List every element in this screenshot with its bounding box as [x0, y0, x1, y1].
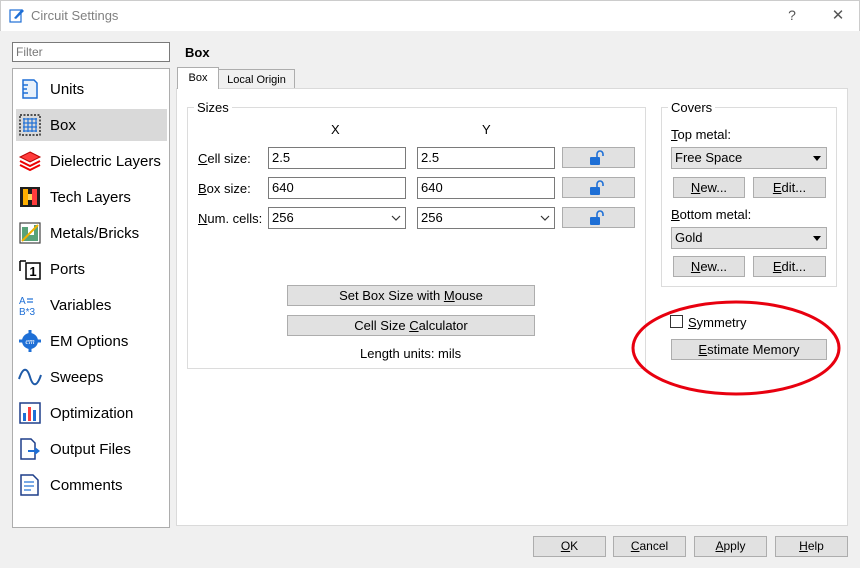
chevron-down-icon: [391, 215, 401, 221]
sweeps-icon: [18, 368, 42, 386]
num-cells-x-value: 256: [272, 210, 294, 225]
sidebar-item-variables[interactable]: A B*3 Variables: [16, 289, 167, 321]
unlock-icon: [590, 180, 604, 195]
page-title: Box: [185, 45, 210, 60]
cell-size-calculator-button[interactable]: Cell Size Calculator: [287, 315, 535, 336]
tab-box[interactable]: Box: [177, 67, 219, 89]
close-button[interactable]: ✕: [822, 0, 854, 31]
sidebar-item-label: Output Files: [50, 440, 131, 458]
box-size-label: Box size:: [198, 181, 251, 196]
bottom-metal-label: Bottom metal:: [671, 207, 752, 222]
sidebar-item-label: Units: [50, 80, 85, 98]
sidebar-item-label: Comments: [50, 476, 123, 494]
apply-button[interactable]: Apply: [694, 536, 767, 557]
help-title-button[interactable]: ?: [776, 0, 808, 31]
bottom-metal-value: Gold: [675, 230, 703, 245]
top-metal-new-button[interactable]: New...: [673, 177, 745, 198]
help-button[interactable]: Help: [775, 536, 848, 557]
sidebar-item-label: Metals/Bricks: [50, 224, 140, 242]
covers-group-label: Covers: [668, 100, 716, 115]
svg-text:A: A: [19, 296, 26, 307]
sidebar-item-output-files[interactable]: Output Files: [16, 433, 167, 465]
svg-text:em: em: [25, 337, 35, 346]
sidebar-item-label: Variables: [50, 296, 112, 314]
sidebar-item-label: Dielectric Layers: [50, 152, 161, 170]
bottom-metal-new-button[interactable]: New...: [673, 256, 745, 277]
title-bar: [0, 0, 860, 31]
unlock-icon: [590, 210, 604, 225]
sidebar-item-sweeps[interactable]: Sweeps: [16, 361, 167, 393]
variables-icon: A B*3: [19, 296, 36, 317]
box-size-x-input[interactable]: 640: [268, 177, 406, 199]
cell-size-x-input[interactable]: 2.5: [268, 147, 406, 169]
sidebar-item-label: Optimization: [50, 404, 134, 422]
box-size-y-input[interactable]: 640: [417, 177, 555, 199]
dielectric-layers-icon: [18, 151, 42, 172]
ok-button[interactable]: OK: [533, 536, 606, 557]
bottom-metal-select[interactable]: Gold: [671, 227, 827, 249]
sidebar-item-optimization[interactable]: Optimization: [16, 397, 167, 429]
sidebar-item-label: EM Options: [50, 332, 129, 350]
column-header-y: Y: [482, 122, 491, 137]
sidebar-item-em-options[interactable]: em EM Options: [16, 325, 167, 357]
sidebar-item-box[interactable]: Box: [16, 109, 167, 141]
dropdown-arrow-icon: [813, 156, 821, 161]
sidebar-item-tech-layers[interactable]: Tech Layers: [16, 181, 167, 213]
sidebar-item-comments[interactable]: Comments: [16, 469, 167, 501]
sidebar-item-label: Sweeps: [50, 368, 104, 386]
bottom-metal-edit-button[interactable]: Edit...: [753, 256, 826, 277]
num-cells-y-select[interactable]: 256: [417, 207, 555, 229]
cell-size-y-input[interactable]: 2.5: [417, 147, 555, 169]
sidebar: Units Box Dielectric Layers Tech Layers …: [12, 68, 170, 528]
column-header-x: X: [331, 122, 340, 137]
sidebar-item-dielectric-layers[interactable]: Dielectric Layers: [16, 145, 167, 177]
num-cells-lock-button[interactable]: [562, 207, 635, 228]
cancel-button[interactable]: Cancel: [613, 536, 686, 557]
box-grid-icon: [19, 114, 41, 136]
optimization-icon: [19, 402, 41, 424]
length-units-label: Length units: mils: [360, 346, 462, 361]
comments-icon: [20, 474, 39, 496]
cell-size-label: Cell size:: [198, 151, 251, 166]
cell-size-lock-button[interactable]: [562, 147, 635, 168]
sizes-group-label: Sizes: [194, 100, 232, 115]
top-metal-select[interactable]: Free Space: [671, 147, 827, 169]
top-metal-value: Free Space: [675, 150, 743, 165]
em-options-icon: em: [19, 330, 41, 352]
num-cells-label: Num. cells:: [198, 211, 263, 226]
filter-input[interactable]: [12, 42, 170, 62]
sidebar-item-metals-bricks[interactable]: Metals/Bricks: [16, 217, 167, 249]
window-title: Circuit Settings: [31, 8, 119, 23]
app-settings-icon: [9, 9, 24, 23]
top-metal-label: Top metal:: [671, 127, 731, 142]
box-size-lock-button[interactable]: [562, 177, 635, 198]
chevron-down-icon: [540, 215, 550, 221]
dropdown-arrow-icon: [813, 236, 821, 241]
annotation-ellipse: [631, 300, 841, 396]
sidebar-item-label: Ports: [50, 260, 86, 278]
svg-text:B*3: B*3: [19, 307, 36, 317]
ports-icon: 1: [19, 260, 41, 280]
svg-text:1: 1: [29, 264, 36, 279]
tech-layers-icon: [20, 187, 40, 207]
set-box-size-mouse-button[interactable]: Set Box Size with Mouse: [287, 285, 535, 306]
top-metal-edit-button[interactable]: Edit...: [753, 177, 826, 198]
num-cells-x-select[interactable]: 256: [268, 207, 406, 229]
num-cells-y-value: 256: [421, 210, 443, 225]
tab-local-origin[interactable]: Local Origin: [218, 69, 295, 90]
metals-bricks-icon: [19, 222, 41, 244]
sidebar-item-units[interactable]: Units: [16, 73, 167, 105]
output-files-icon: [20, 438, 40, 460]
unlock-icon: [590, 150, 604, 165]
units-icon: [22, 79, 38, 99]
sidebar-item-label: Box: [50, 116, 76, 134]
sidebar-item-ports[interactable]: 1 Ports: [16, 253, 167, 285]
sidebar-item-label: Tech Layers: [50, 188, 131, 206]
